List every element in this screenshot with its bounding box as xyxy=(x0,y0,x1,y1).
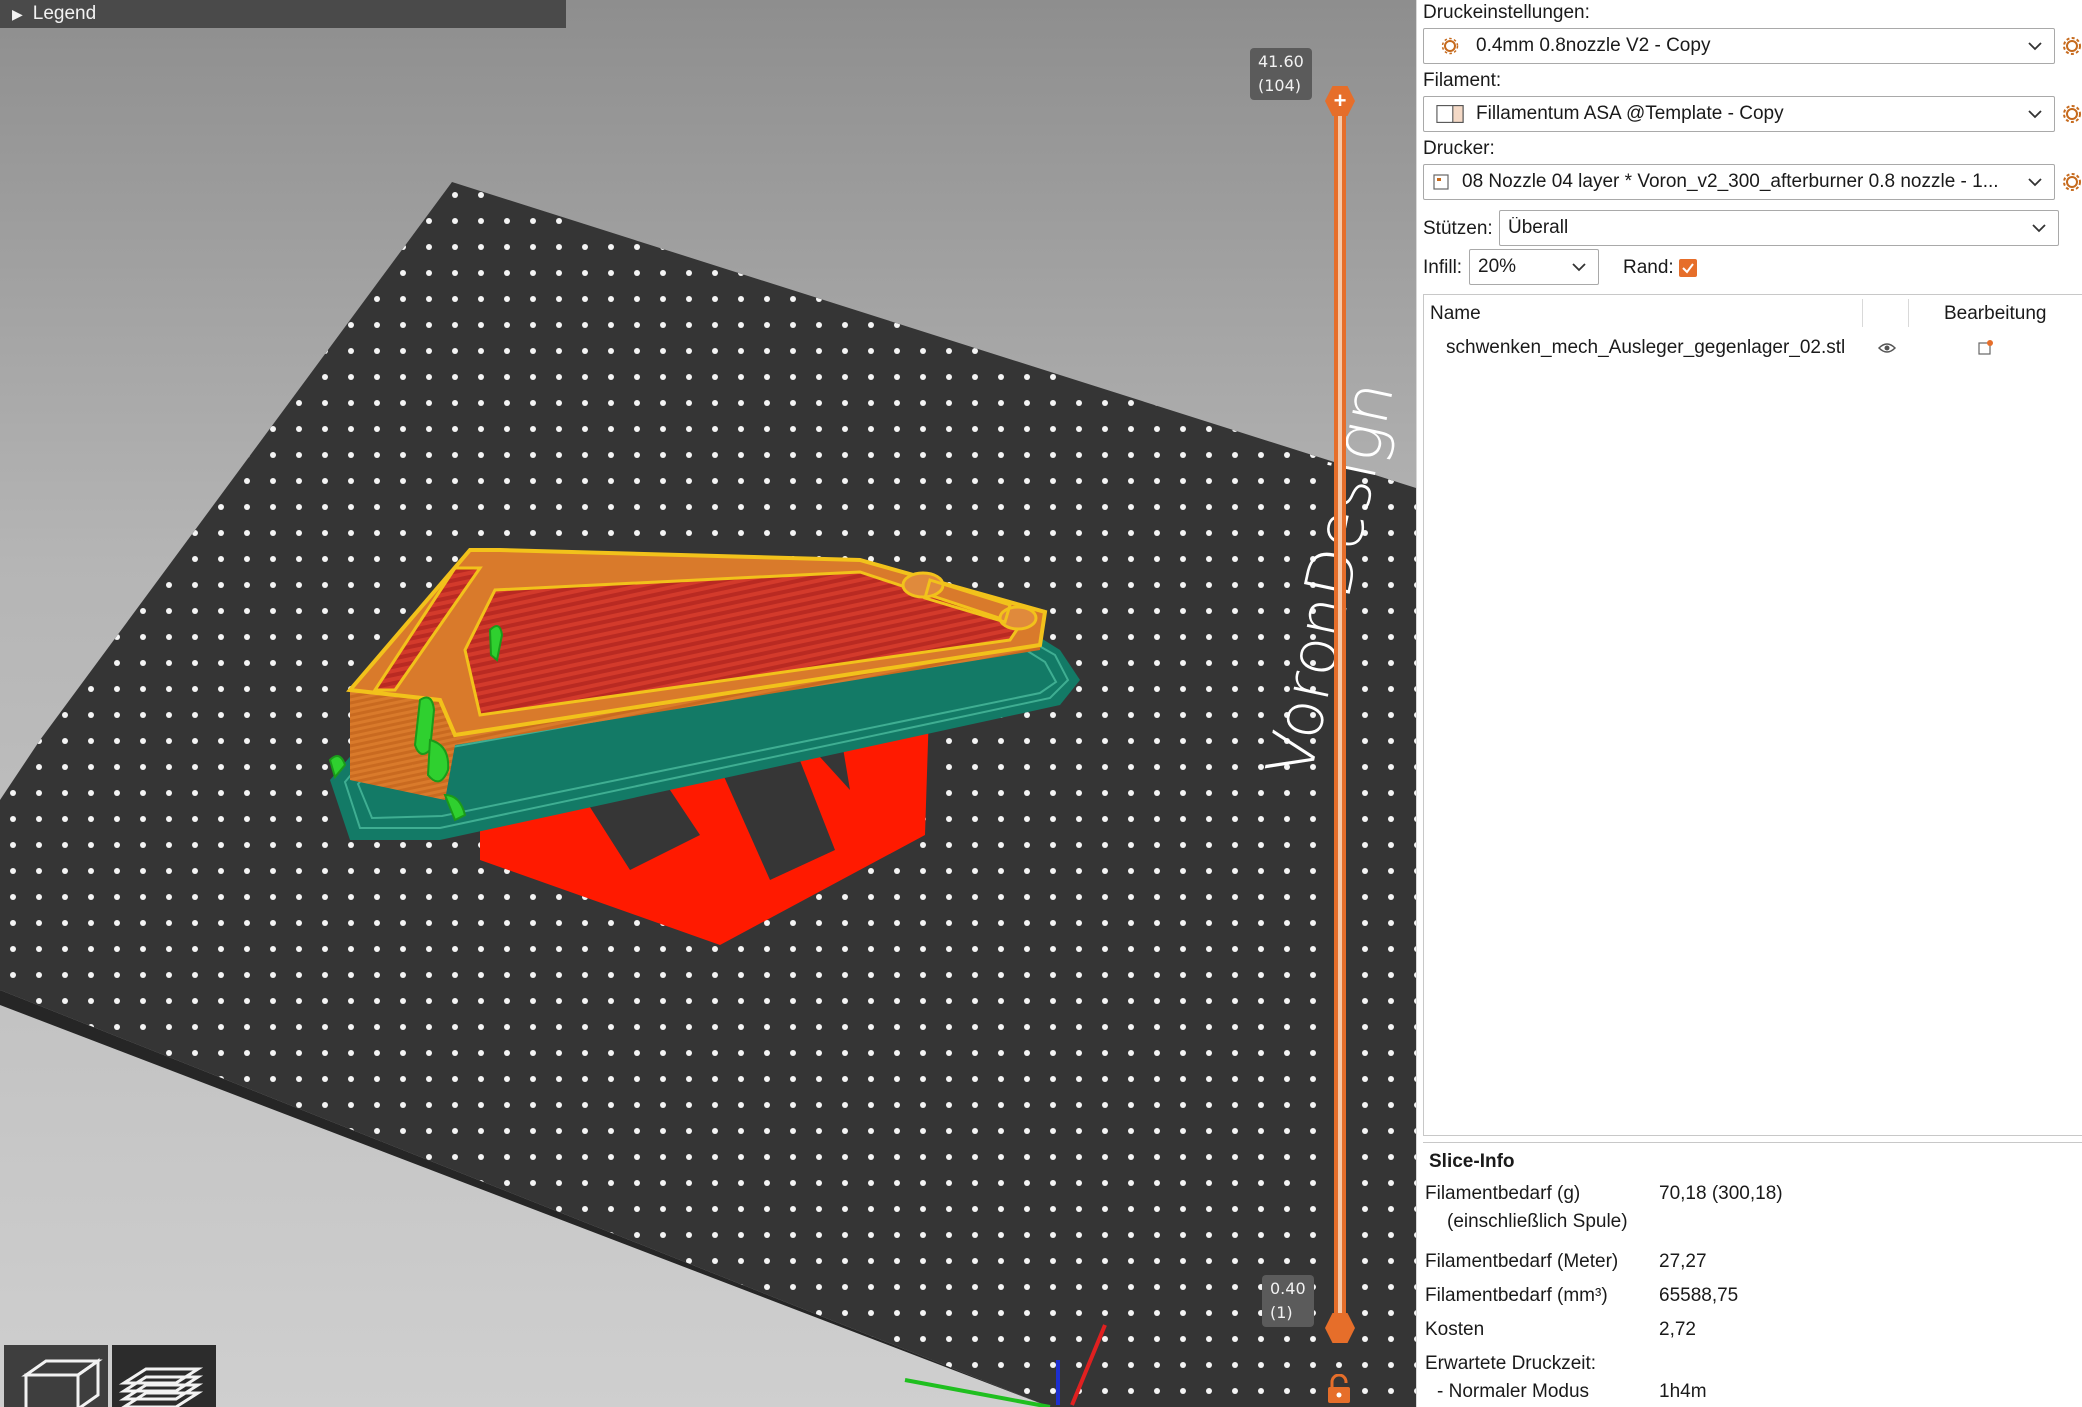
filament-length-value: 27,27 xyxy=(1659,1251,1707,1272)
print-settings-gear-icon xyxy=(1436,35,1464,57)
supports-value: Überall xyxy=(1508,217,1569,238)
chevron-down-icon xyxy=(1568,262,1590,272)
print-settings-label: Druckeinstellungen: xyxy=(1423,2,1590,23)
column-header-edit[interactable]: Bearbeitung xyxy=(1944,303,2046,325)
bottom-layer-height: 0.40 xyxy=(1270,1279,1306,1298)
lock-icon[interactable] xyxy=(1326,1374,1352,1404)
object-name: schwenken_mech_Ausleger_gegenlager_02.st… xyxy=(1446,337,1846,358)
slice-info-title: Slice-Info xyxy=(1429,1151,1515,1172)
object-list-header: Name Bearbeitung xyxy=(1424,295,2082,331)
legend-label: Legend xyxy=(32,3,97,24)
view-preview-button[interactable] xyxy=(112,1345,216,1407)
print-settings-dropdown[interactable]: 0.4mm 0.8nozzle V2 - Copy xyxy=(1423,28,2055,64)
legend-toggle[interactable]: ▶ Legend xyxy=(0,0,566,28)
settings-panel: Druckeinstellungen: 0.4mm 0.8nozzle V2 -… xyxy=(1416,0,2082,1407)
chevron-down-icon xyxy=(2028,223,2050,233)
checkmark-icon xyxy=(1682,263,1694,274)
printer-icon xyxy=(1432,171,1450,193)
layers-icon xyxy=(118,1367,204,1407)
filament-label: Filament: xyxy=(1423,70,1502,91)
object-list[interactable]: Name Bearbeitung schwenken_mech_Ausleger… xyxy=(1423,294,2082,1136)
filament-volume-label: Filamentbedarf (mm³) xyxy=(1425,1285,1608,1306)
filament-value: Fillamentum ASA @Template - Copy xyxy=(1476,103,1784,124)
layer-bottom-tag: 0.40 (1) xyxy=(1262,1275,1314,1327)
bottom-layer-number: (1) xyxy=(1270,1303,1293,1322)
filament-weight-label: Filamentbedarf (g) xyxy=(1425,1183,1581,1204)
slice-info-panel: Slice-Info Filamentbedarf (g) 70,18 (300… xyxy=(1423,1142,2082,1407)
normal-mode-value: 1h4m xyxy=(1659,1381,1707,1402)
cube-icon xyxy=(21,1358,103,1407)
print-settings-edit-cog-icon[interactable] xyxy=(2062,36,2082,56)
printer-value: 08 Nozzle 04 layer * Voron_v2_300_afterb… xyxy=(1462,171,1999,192)
filament-weight-value: 70,18 (300,18) xyxy=(1659,1183,1783,1204)
layer-slider-track[interactable] xyxy=(1334,98,1346,1330)
estimated-time-label: Erwartete Druckzeit: xyxy=(1425,1353,1597,1374)
brim-checkbox[interactable] xyxy=(1679,259,1697,277)
cost-value: 2,72 xyxy=(1659,1319,1696,1340)
filament-edit-cog-icon[interactable] xyxy=(2062,104,2082,124)
including-spool-label: (einschließlich Spule) xyxy=(1447,1211,1628,1232)
view-3d-button[interactable] xyxy=(4,1345,108,1407)
supports-dropdown[interactable]: Überall xyxy=(1499,210,2059,246)
preview-scene[interactable]: VoronDesign xyxy=(0,0,1416,1407)
chevron-down-icon xyxy=(2024,109,2046,119)
printer-edit-cog-icon[interactable] xyxy=(2062,172,2082,192)
filament-dropdown[interactable]: Fillamentum ASA @Template - Copy xyxy=(1423,96,2055,132)
chevron-down-icon xyxy=(2024,41,2046,51)
cost-label: Kosten xyxy=(1425,1319,1485,1340)
top-layer-number: (104) xyxy=(1258,76,1302,95)
expand-triangle-icon: ▶ xyxy=(12,5,23,22)
infill-dropdown[interactable]: 20% xyxy=(1469,249,1599,285)
infill-label: Infill: xyxy=(1423,257,1463,278)
filament-color-swatch-icon xyxy=(1436,103,1464,125)
3d-viewport[interactable]: VoronDesign ▶ Legend 41.60 (104) 0.40 (1… xyxy=(0,0,1416,1407)
infill-value: 20% xyxy=(1478,256,1517,277)
list-item[interactable]: schwenken_mech_Ausleger_gegenlager_02.st… xyxy=(1424,331,2082,365)
edit-object-icon[interactable] xyxy=(1978,339,1994,355)
eye-icon[interactable] xyxy=(1878,341,1896,355)
filament-volume-value: 65588,75 xyxy=(1659,1285,1739,1306)
printer-label: Drucker: xyxy=(1423,138,1495,159)
layer-top-tag: 41.60 (104) xyxy=(1250,48,1312,100)
normal-mode-label: - Normaler Modus xyxy=(1437,1381,1590,1402)
column-header-name[interactable]: Name xyxy=(1430,303,1481,325)
supports-label: Stützen: xyxy=(1423,218,1493,239)
print-settings-value: 0.4mm 0.8nozzle V2 - Copy xyxy=(1476,35,1711,56)
printer-dropdown[interactable]: 08 Nozzle 04 layer * Voron_v2_300_afterb… xyxy=(1423,164,2055,200)
brim-label: Rand: xyxy=(1623,257,1674,278)
top-layer-height: 41.60 xyxy=(1258,52,1304,71)
filament-length-label: Filamentbedarf (Meter) xyxy=(1425,1251,1619,1272)
chevron-down-icon xyxy=(2024,177,2046,187)
plus-icon: + xyxy=(1333,88,1347,113)
